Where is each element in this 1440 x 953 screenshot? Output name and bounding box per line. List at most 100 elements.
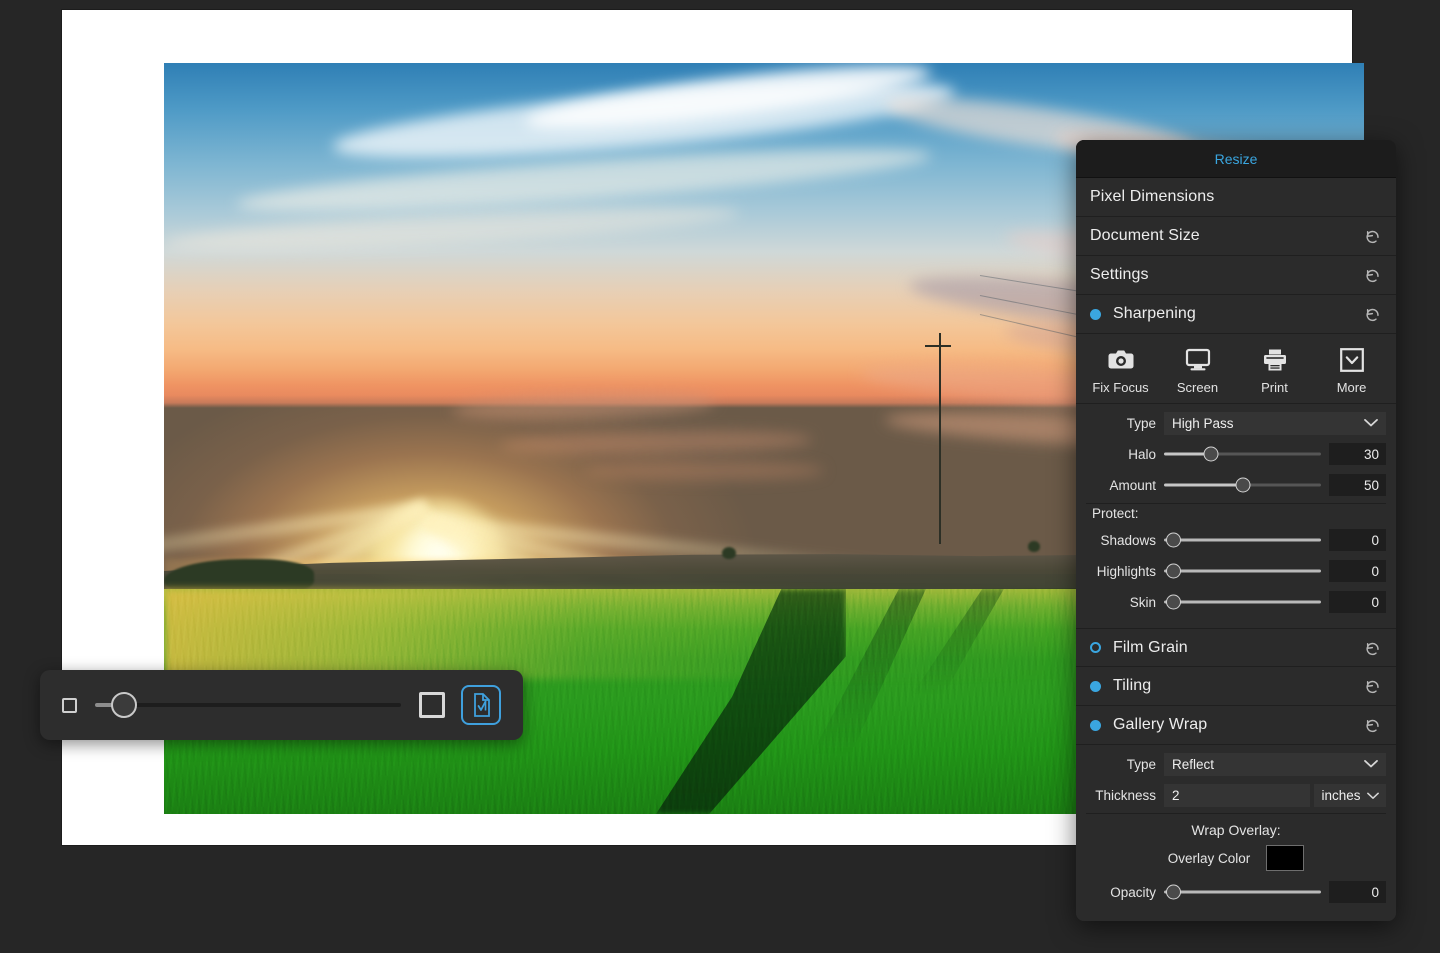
slider-handle[interactable] xyxy=(1235,478,1250,493)
slider-handle[interactable] xyxy=(1166,595,1181,610)
reset-icon[interactable] xyxy=(1364,266,1382,284)
sharpening-type-select[interactable]: High Pass xyxy=(1164,412,1386,435)
document-check-icon[interactable] xyxy=(461,685,501,725)
shadows-value[interactable]: 0 xyxy=(1329,529,1386,551)
wrap-type-label: Type xyxy=(1086,757,1164,772)
amount-value[interactable]: 50 xyxy=(1329,474,1386,496)
reset-icon[interactable] xyxy=(1364,305,1382,323)
printer-icon xyxy=(1262,346,1288,374)
chevron-down-icon xyxy=(1367,788,1379,803)
section-label: Document Size xyxy=(1090,227,1364,245)
sharpening-presets: Fix Focus Screen xyxy=(1076,334,1396,404)
large-preview-icon[interactable] xyxy=(419,692,445,718)
reset-icon[interactable] xyxy=(1364,227,1382,245)
reset-icon[interactable] xyxy=(1364,639,1382,657)
panel-title: Resize xyxy=(1076,140,1396,178)
overlay-color-swatch[interactable] xyxy=(1266,845,1304,871)
wrap-type-row: Type Reflect xyxy=(1086,751,1386,777)
thickness-unit-value: inches xyxy=(1321,788,1360,803)
shadows-slider[interactable] xyxy=(1164,529,1321,551)
amount-row: Amount 50 xyxy=(1086,472,1386,498)
slider-track xyxy=(1164,601,1321,604)
monitor-icon xyxy=(1184,346,1212,374)
resize-panel: Resize Pixel Dimensions Document Size Se… xyxy=(1076,140,1396,921)
preset-label: More xyxy=(1337,380,1367,395)
opacity-label: Opacity xyxy=(1086,885,1164,900)
preset-more[interactable]: More xyxy=(1317,346,1387,395)
slider-track xyxy=(95,703,401,707)
chevron-down-icon xyxy=(1364,757,1378,772)
slider-fill xyxy=(1164,484,1243,487)
sharpening-enabled-toggle[interactable] xyxy=(1090,309,1101,320)
preset-label: Fix Focus xyxy=(1092,380,1148,395)
preset-fix-focus[interactable]: Fix Focus xyxy=(1086,346,1156,395)
section-label: Pixel Dimensions xyxy=(1090,188,1382,206)
slider-track xyxy=(1164,891,1321,894)
halo-value[interactable]: 30 xyxy=(1329,443,1386,465)
highlights-value[interactable]: 0 xyxy=(1329,560,1386,582)
preset-label: Print xyxy=(1261,380,1288,395)
section-label: Tiling xyxy=(1113,677,1364,695)
skin-slider[interactable] xyxy=(1164,591,1321,613)
amount-slider[interactable] xyxy=(1164,474,1321,496)
thickness-input[interactable]: 2 xyxy=(1164,784,1310,807)
section-sharpening[interactable]: Sharpening xyxy=(1076,295,1396,334)
opacity-slider[interactable] xyxy=(1164,881,1321,903)
chevron-down-icon xyxy=(1364,416,1378,431)
skin-value[interactable]: 0 xyxy=(1329,591,1386,613)
reset-icon[interactable] xyxy=(1364,716,1382,734)
camera-icon xyxy=(1107,346,1135,374)
preview-size-toolbar xyxy=(40,670,523,740)
halo-row: Halo 30 xyxy=(1086,441,1386,467)
slider-track xyxy=(1243,484,1322,487)
section-label: Settings xyxy=(1090,266,1364,284)
sharpening-controls: Type High Pass Halo 30 Amount xyxy=(1076,404,1396,628)
slider-handle[interactable] xyxy=(1204,447,1219,462)
tree xyxy=(1028,541,1040,552)
highlights-slider[interactable] xyxy=(1164,560,1321,582)
protect-label: Protect: xyxy=(1086,504,1386,527)
thickness-unit-select[interactable]: inches xyxy=(1314,784,1386,807)
slider-handle[interactable] xyxy=(1166,885,1181,900)
overlay-color-label: Overlay Color xyxy=(1168,851,1251,866)
section-label: Sharpening xyxy=(1113,305,1364,323)
skin-label: Skin xyxy=(1086,595,1164,610)
halo-slider[interactable] xyxy=(1164,443,1321,465)
section-label: Gallery Wrap xyxy=(1113,716,1364,734)
section-document-size[interactable]: Document Size xyxy=(1076,217,1396,256)
highlights-row: Highlights 0 xyxy=(1086,558,1386,584)
section-settings[interactable]: Settings xyxy=(1076,256,1396,295)
slider-handle[interactable] xyxy=(111,692,137,718)
section-film-grain[interactable]: Film Grain xyxy=(1076,628,1396,667)
chevron-down-square-icon xyxy=(1339,346,1365,374)
wrap-type-value: Reflect xyxy=(1172,757,1214,772)
section-gallery-wrap[interactable]: Gallery Wrap xyxy=(1076,706,1396,745)
slider-track xyxy=(1164,539,1321,542)
sharpening-type-value: High Pass xyxy=(1172,416,1234,431)
reset-icon[interactable] xyxy=(1364,677,1382,695)
film-grain-enabled-toggle[interactable] xyxy=(1090,642,1101,653)
section-pixel-dimensions[interactable]: Pixel Dimensions xyxy=(1076,178,1396,217)
amount-label: Amount xyxy=(1086,478,1164,493)
sharpening-type-row: Type High Pass xyxy=(1086,410,1386,436)
preview-size-slider[interactable] xyxy=(95,692,401,718)
gallery-wrap-enabled-toggle[interactable] xyxy=(1090,720,1101,731)
opacity-value[interactable]: 0 xyxy=(1329,881,1386,903)
wrap-type-select[interactable]: Reflect xyxy=(1164,753,1386,776)
preset-label: Screen xyxy=(1177,380,1218,395)
section-tiling[interactable]: Tiling xyxy=(1076,667,1396,706)
small-preview-icon[interactable] xyxy=(62,698,77,713)
section-label: Film Grain xyxy=(1113,639,1364,657)
slider-track xyxy=(1164,570,1321,573)
gallery-wrap-controls: Type Reflect Thickness 2 inches xyxy=(1076,745,1396,921)
shadows-label: Shadows xyxy=(1086,533,1164,548)
skin-row: Skin 0 xyxy=(1086,589,1386,615)
slider-handle[interactable] xyxy=(1166,564,1181,579)
utility-pole-crossarm xyxy=(925,345,951,347)
preset-screen[interactable]: Screen xyxy=(1163,346,1233,395)
highlights-label: Highlights xyxy=(1086,564,1164,579)
slider-handle[interactable] xyxy=(1166,533,1181,548)
halo-label: Halo xyxy=(1086,447,1164,462)
tiling-enabled-toggle[interactable] xyxy=(1090,681,1101,692)
preset-print[interactable]: Print xyxy=(1240,346,1310,395)
